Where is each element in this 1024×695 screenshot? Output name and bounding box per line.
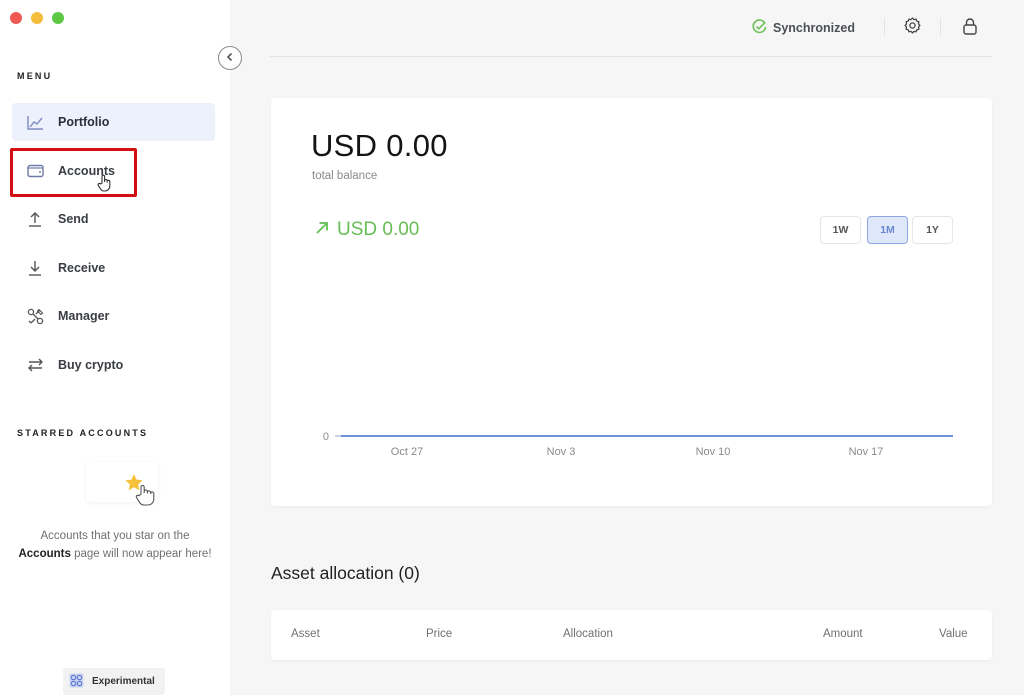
column-header-amount[interactable]: Amount bbox=[823, 628, 863, 640]
check-circle-icon bbox=[752, 19, 767, 37]
topbar-separator bbox=[940, 18, 941, 36]
sync-status[interactable]: Synchronized bbox=[752, 19, 855, 37]
sidebar-item-portfolio[interactable]: Portfolio bbox=[12, 103, 215, 141]
menu-section-label: MENU bbox=[17, 71, 53, 81]
x-tick-label: Nov 10 bbox=[696, 446, 731, 458]
settings-button[interactable] bbox=[901, 17, 923, 39]
sidebar-item-label: Receive bbox=[58, 260, 106, 275]
maximize-window-button[interactable] bbox=[52, 12, 64, 24]
sidebar-item-label: Manager bbox=[58, 309, 110, 324]
x-tick-label: Nov 17 bbox=[849, 446, 884, 458]
wallet-icon bbox=[26, 162, 44, 180]
gear-icon bbox=[903, 17, 921, 39]
column-header-allocation[interactable]: Allocation bbox=[563, 628, 613, 640]
sidebar-item-receive[interactable]: Receive bbox=[12, 249, 215, 287]
sync-status-label: Synchronized bbox=[773, 21, 855, 35]
starred-empty-text: Accounts that you star on the bbox=[40, 530, 190, 542]
lock-icon bbox=[962, 17, 978, 40]
starred-empty-text-end: page will now appear here! bbox=[74, 548, 212, 560]
star-icon bbox=[123, 472, 163, 519]
asset-allocation-table: Asset Price Allocation Amount Value bbox=[271, 610, 992, 660]
sidebar-item-buy-crypto[interactable]: Buy crypto bbox=[12, 346, 215, 384]
starred-empty-message: Accounts that you star on the Accounts p… bbox=[10, 527, 220, 563]
starred-empty-accounts-bold: Accounts bbox=[18, 548, 71, 560]
sidebar: MENU Portfolio Accounts Send Receive Man… bbox=[0, 0, 230, 695]
exchange-icon bbox=[26, 356, 44, 374]
pointer-cursor-icon bbox=[97, 174, 113, 197]
chart-line-icon bbox=[26, 113, 44, 131]
topbar-separator bbox=[884, 18, 885, 36]
minimize-window-button[interactable] bbox=[31, 12, 43, 24]
close-window-button[interactable] bbox=[10, 12, 22, 24]
sidebar-item-label: Buy crypto bbox=[58, 357, 124, 372]
x-tick-label: Nov 3 bbox=[547, 446, 576, 458]
window-controls bbox=[10, 12, 64, 24]
topbar-divider bbox=[270, 56, 992, 57]
balance-chart: 0 Oct 27 Nov 3 Nov 10 Nov 17 bbox=[323, 431, 953, 458]
experimental-button[interactable]: Experimental bbox=[63, 668, 165, 695]
sidebar-item-accounts[interactable]: Accounts bbox=[12, 152, 215, 190]
y-tick-label: 0 bbox=[323, 431, 329, 443]
column-header-price[interactable]: Price bbox=[426, 628, 452, 640]
sidebar-item-manager[interactable]: Manager bbox=[12, 297, 215, 335]
x-tick-label: Oct 27 bbox=[391, 446, 423, 458]
arrow-up-icon bbox=[26, 210, 44, 228]
asset-allocation-title: Asset allocation (0) bbox=[271, 563, 420, 583]
tools-icon bbox=[26, 307, 44, 325]
sidebar-item-send[interactable]: Send bbox=[12, 200, 215, 238]
column-header-value[interactable]: Value bbox=[939, 628, 968, 640]
sidebar-nav: Portfolio Accounts Send Receive Manager bbox=[12, 103, 215, 395]
sidebar-item-label: Send bbox=[58, 212, 89, 227]
chevron-left-icon bbox=[225, 49, 235, 67]
sidebar-item-label: Portfolio bbox=[58, 115, 110, 129]
column-header-asset[interactable]: Asset bbox=[291, 628, 320, 640]
experimental-icon bbox=[69, 673, 84, 691]
starred-accounts-label: STARRED ACCOUNTS bbox=[17, 428, 149, 438]
lock-button[interactable] bbox=[959, 17, 981, 39]
balance-card: USD 0.00 total balance USD 0.00 1W 1M 1Y… bbox=[271, 98, 992, 506]
experimental-label: Experimental bbox=[92, 676, 155, 687]
collapse-sidebar-button[interactable] bbox=[218, 46, 242, 70]
arrow-down-icon bbox=[26, 259, 44, 277]
